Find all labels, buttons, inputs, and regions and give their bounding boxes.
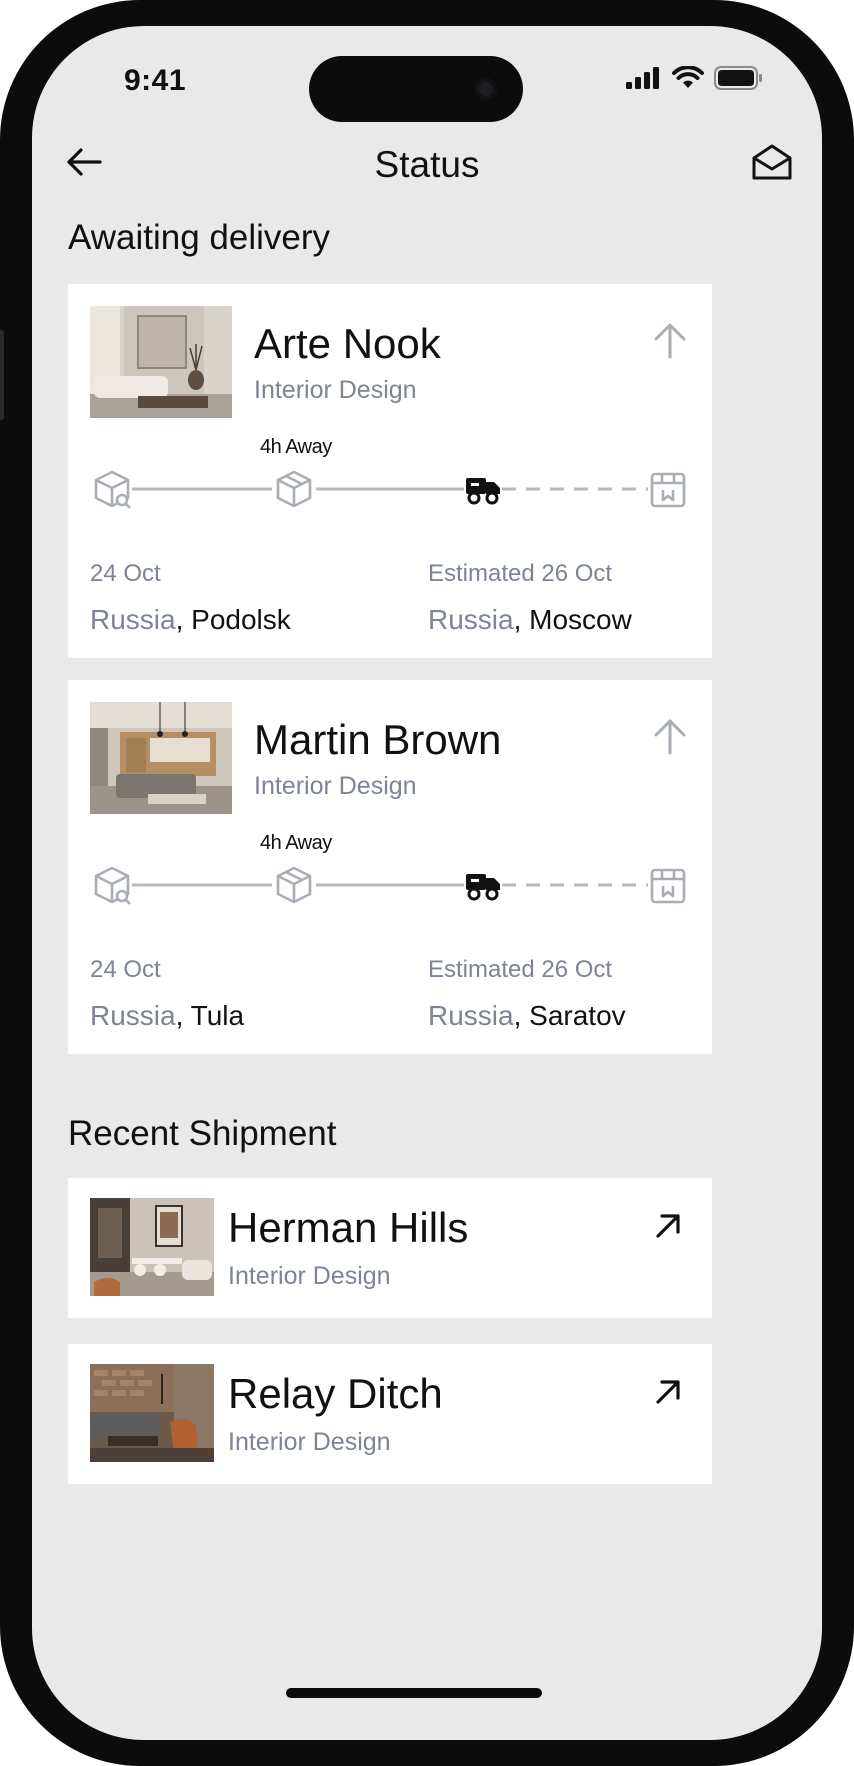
storefront-icon xyxy=(650,472,686,508)
item-title: Herman Hills xyxy=(228,1204,469,1251)
destination-location: Russia, Moscow xyxy=(428,604,632,636)
package-icon xyxy=(276,866,312,904)
awaiting-section-title: Awaiting delivery xyxy=(68,218,330,257)
origin-city: , Tula xyxy=(175,1000,245,1031)
recent-section-title: Recent Shipment xyxy=(68,1114,337,1153)
ship-date: 24 Oct xyxy=(90,560,161,587)
battery-icon xyxy=(714,66,762,90)
origin-city: , Podolsk xyxy=(175,604,291,635)
package-icon xyxy=(276,470,312,508)
product-image xyxy=(90,306,232,418)
truck-icon xyxy=(466,874,500,901)
destination-city: , Saratov xyxy=(513,1000,626,1031)
phone-frame: 9:41 Status Awaiting delivery Arte Nook … xyxy=(0,0,854,1766)
camera-icon xyxy=(475,78,497,100)
home-indicator[interactable] xyxy=(286,1688,542,1698)
progress-track xyxy=(94,470,686,509)
box-search-icon xyxy=(94,470,131,509)
estimated-date: Estimated 26 Oct xyxy=(428,956,613,983)
collapse-button[interactable] xyxy=(650,320,690,360)
open-button[interactable] xyxy=(652,1376,684,1408)
box-search-icon xyxy=(94,866,131,905)
item-title: Relay Ditch xyxy=(228,1370,443,1417)
product-image xyxy=(90,702,232,814)
nav-bar: Status xyxy=(32,130,822,194)
shipment-card[interactable]: Martin Brown Interior Design 4h Away 24 … xyxy=(68,680,712,1054)
page-title: Status xyxy=(374,144,480,185)
product-image xyxy=(90,1198,214,1296)
mail-button[interactable] xyxy=(748,140,796,184)
ship-date: 24 Oct xyxy=(90,956,161,983)
arrow-up-icon xyxy=(654,719,686,755)
card-title: Arte Nook xyxy=(254,320,441,367)
recent-shipment-item[interactable]: Relay Ditch Interior Design xyxy=(68,1344,712,1484)
wifi-icon xyxy=(672,66,704,88)
dynamic-island xyxy=(309,56,523,122)
eta-label: 4h Away xyxy=(260,436,332,458)
card-subtitle: Interior Design xyxy=(254,772,417,800)
collapse-button[interactable] xyxy=(650,716,690,756)
estimated-date: Estimated 26 Oct xyxy=(428,560,613,587)
destination-city: , Moscow xyxy=(513,604,632,635)
progress-track xyxy=(94,866,686,905)
product-image xyxy=(90,1364,214,1462)
open-button[interactable] xyxy=(652,1210,684,1242)
side-button xyxy=(0,330,4,420)
status-icons xyxy=(626,66,764,90)
envelope-open-icon xyxy=(752,144,792,180)
origin-country: Russia xyxy=(90,604,176,635)
signal-icon xyxy=(626,67,659,89)
arrow-up-right-icon xyxy=(656,1380,680,1404)
destination-location: Russia, Saratov xyxy=(428,1000,626,1032)
origin-country: Russia xyxy=(90,1000,176,1031)
eta-label: 4h Away xyxy=(260,832,332,854)
origin-location: Russia, Podolsk xyxy=(90,604,291,636)
item-subtitle: Interior Design xyxy=(228,1428,391,1456)
destination-country: Russia xyxy=(428,1000,514,1031)
screen: 9:41 Status Awaiting delivery Arte Nook … xyxy=(32,26,822,1740)
arrow-up-icon xyxy=(654,323,686,359)
origin-location: Russia, Tula xyxy=(90,1000,244,1032)
storefront-icon xyxy=(650,868,686,904)
item-subtitle: Interior Design xyxy=(228,1262,391,1290)
truck-icon xyxy=(466,478,500,505)
status-time: 9:41 xyxy=(124,64,187,97)
shipment-card[interactable]: Arte Nook Interior Design 4h Away 24 Oct… xyxy=(68,284,712,658)
card-subtitle: Interior Design xyxy=(254,376,417,404)
destination-country: Russia xyxy=(428,604,514,635)
arrow-up-right-icon xyxy=(656,1214,680,1238)
recent-shipment-item[interactable]: Herman Hills Interior Design xyxy=(68,1178,712,1318)
card-title: Martin Brown xyxy=(254,716,502,763)
